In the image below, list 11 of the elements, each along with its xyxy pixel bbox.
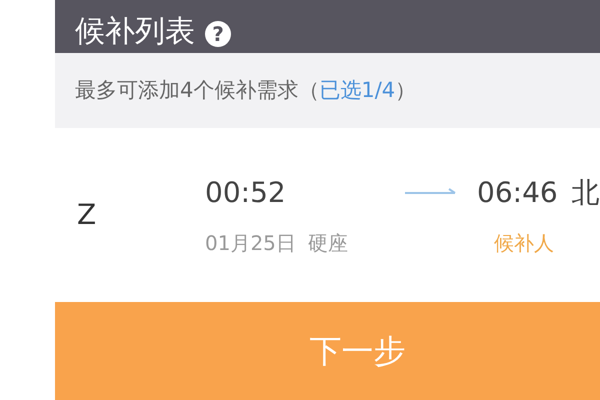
help-icon[interactable]: ? <box>205 21 231 47</box>
passenger-label[interactable]: 候补人 <box>494 228 554 258</box>
seat-type: 硬座 <box>308 230 349 257</box>
arrive-station: 北 <box>572 175 600 211</box>
train-number: Z <box>77 197 98 233</box>
page-title: 候补列表 <box>75 17 195 47</box>
arrive-time: 06:46 <box>477 175 558 211</box>
trip-date: 01月25日 <box>205 230 296 257</box>
notice-text: 最多可添加4个候补需求（已选1/4） <box>75 76 416 104</box>
next-step-button[interactable]: 下一步 <box>55 302 600 400</box>
depart-time: 00:52 <box>205 175 287 211</box>
